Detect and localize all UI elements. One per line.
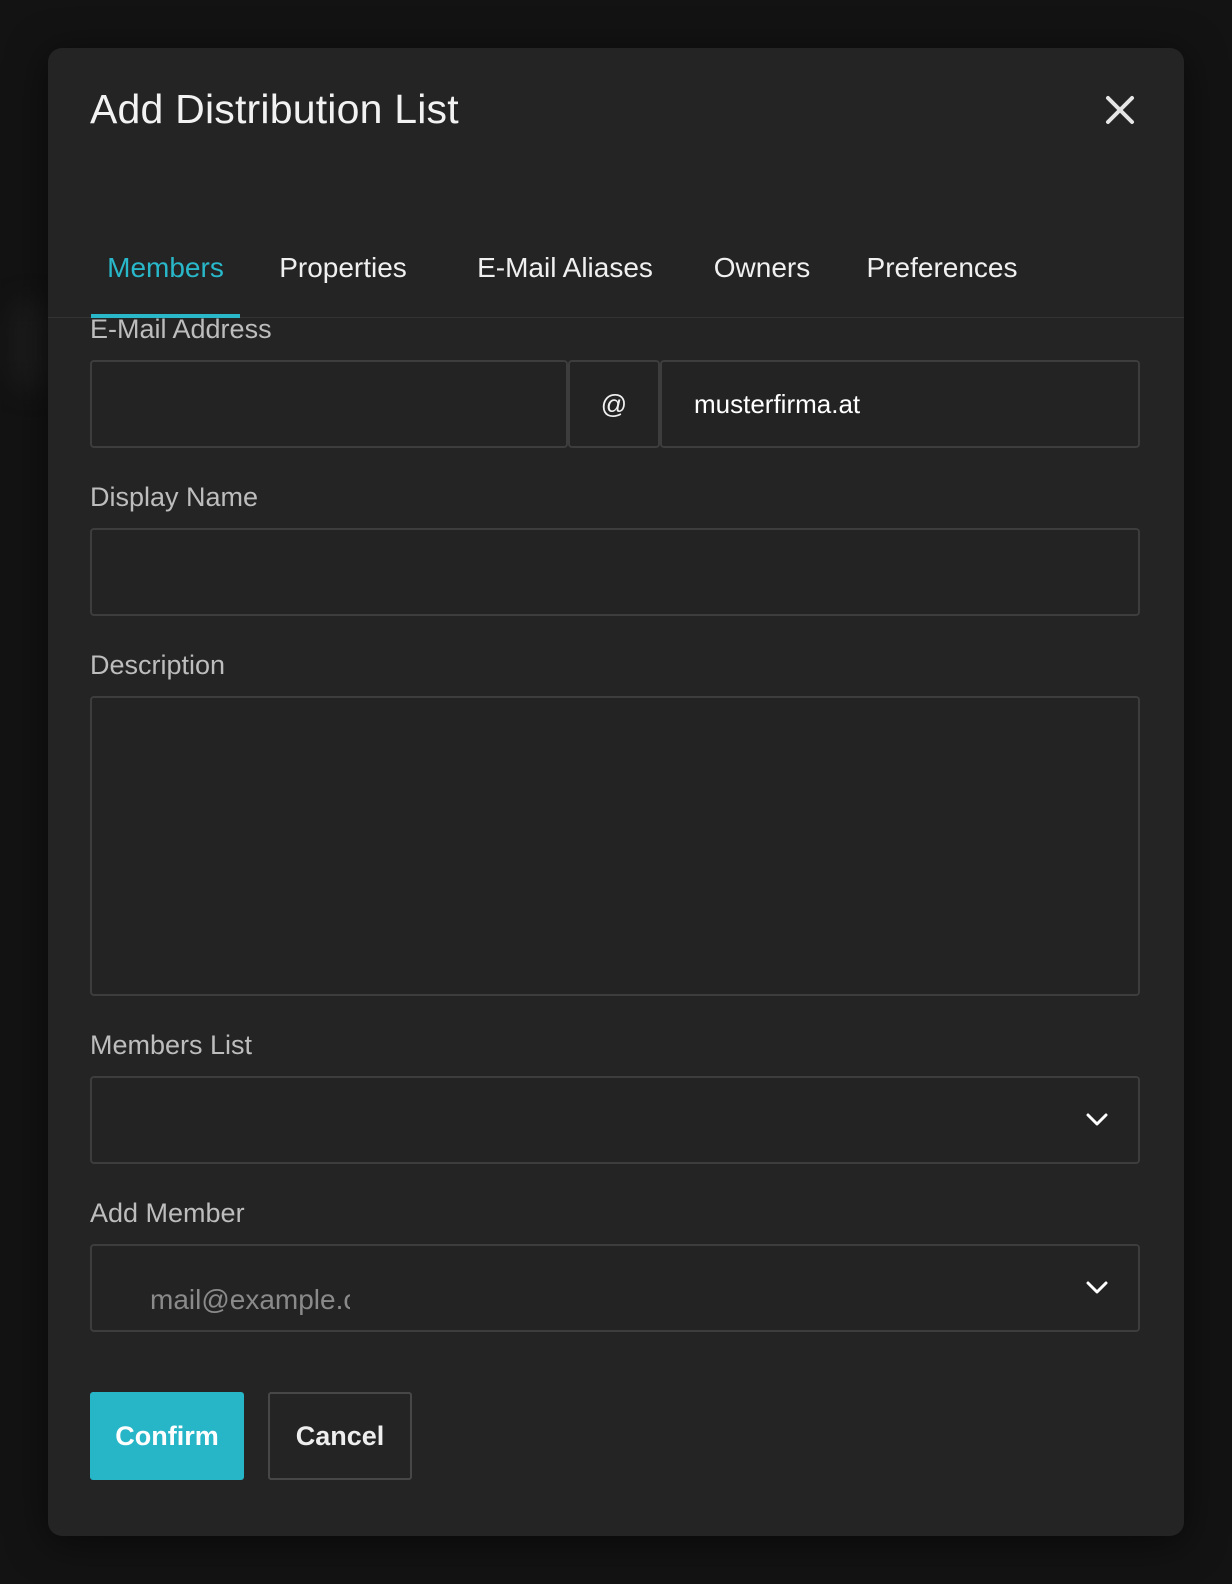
cancel-button[interactable]: Cancel [268,1392,412,1480]
display-name-label: Display Name [90,482,259,512]
dialog-header: Add Distribution List [48,48,1184,168]
tab-bar: Members Properties E-Mail Aliases Owners… [48,218,1184,318]
description-wrapper [90,696,1140,996]
dialog-title: Add Distribution List [90,86,459,132]
chevron-down-icon [1084,1107,1110,1133]
tab-email-aliases[interactable]: E-Mail Aliases [463,218,667,317]
description-label: Description [90,650,226,680]
add-member-label: Add Member [90,1198,245,1228]
add-member-combobox[interactable]: mail@example.c [90,1244,1140,1332]
email-local-part-wrapper [90,360,568,448]
display-name-wrapper [90,528,1140,616]
close-icon [1106,96,1134,124]
tab-preferences[interactable]: Preferences [858,218,1026,317]
email-domain-field[interactable]: musterfirma.at [660,360,1140,448]
add-distribution-list-dialog: Add Distribution List Members Properties… [48,48,1184,1536]
members-list-label: Members List [90,1030,253,1060]
members-list-select[interactable] [90,1076,1140,1164]
email-local-part-input[interactable] [92,362,566,446]
email-at-sign: @ [568,360,660,448]
background-element [10,300,50,390]
tab-properties[interactable]: Properties [270,218,416,317]
email-address-label: E-Mail Address [90,314,272,344]
confirm-button[interactable]: Confirm [90,1392,244,1480]
display-name-input[interactable] [92,530,1138,614]
tab-members[interactable]: Members [91,218,240,318]
add-member-placeholder: mail@example.c [150,1284,350,1315]
close-button[interactable] [1100,90,1140,130]
chevron-down-icon[interactable] [1084,1275,1110,1301]
description-textarea[interactable] [92,698,1138,994]
tab-owners[interactable]: Owners [700,218,824,317]
